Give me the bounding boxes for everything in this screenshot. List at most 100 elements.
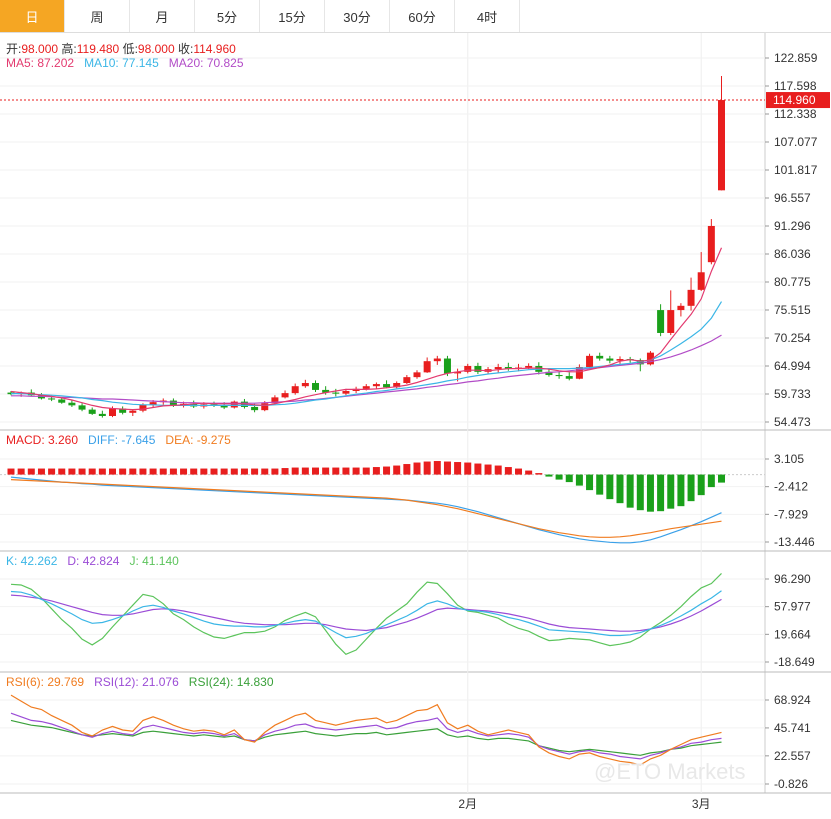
kdj-tick-label-1: 57.977 xyxy=(774,600,811,614)
watermark: @ETO Markets xyxy=(594,759,746,784)
price-tick-label-2: 112.338 xyxy=(774,107,817,121)
high-label: 高: xyxy=(61,42,77,56)
macd-bar-62 xyxy=(636,474,644,511)
candle-body-65 xyxy=(667,310,675,333)
macd-bar-19 xyxy=(200,468,208,475)
candle-body-55 xyxy=(565,376,573,379)
macd-bar-18 xyxy=(190,468,198,475)
month-label-0: 2月 xyxy=(458,797,477,811)
candle-body-9 xyxy=(98,413,106,417)
rsi6-line xyxy=(10,694,722,766)
price-tick-label-1: 117.598 xyxy=(774,79,817,93)
d-line xyxy=(10,594,722,632)
candle-body-68 xyxy=(697,272,705,290)
candle-body-30 xyxy=(312,383,319,390)
candle-body-4 xyxy=(48,398,56,400)
rsi-info: RSI(6): 29.769 RSI(12): 21.076 RSI(24): … xyxy=(6,675,274,689)
macd-bar-48 xyxy=(494,465,502,475)
candle-body-64 xyxy=(657,310,665,333)
ma10-label: MA10: 77.145 xyxy=(84,56,159,70)
candle-body-16 xyxy=(169,400,177,406)
price-tick-label-0: 122.859 xyxy=(774,51,818,65)
macd-bar-40 xyxy=(413,462,421,475)
macd-bar-41 xyxy=(423,461,431,475)
macd-bar-36 xyxy=(372,467,380,475)
macd-bar-6 xyxy=(68,468,76,475)
k-label: K: 42.262 xyxy=(6,554,58,568)
macd-bar-26 xyxy=(271,468,279,475)
price-tick-label-10: 70.254 xyxy=(774,331,811,345)
macd-bar-65 xyxy=(667,474,675,509)
macd-bar-66 xyxy=(677,474,685,507)
candle-body-27 xyxy=(281,393,289,398)
high-value: 119.480 xyxy=(76,42,120,56)
j-line xyxy=(10,572,722,656)
kdj-info: K: 42.262 D: 42.824 J: 41.140 xyxy=(6,554,179,568)
candle-body-42 xyxy=(433,358,441,362)
macd-bar-28 xyxy=(291,467,299,475)
candle-body-35 xyxy=(362,386,370,389)
candle-body-22 xyxy=(230,401,238,408)
macd-bar-24 xyxy=(251,468,259,475)
macd-bar-67 xyxy=(687,474,695,502)
candle-body-32 xyxy=(332,392,340,394)
macd-bar-60 xyxy=(616,474,624,504)
macd-bar-44 xyxy=(454,462,462,475)
ma5-label: MA5: 87.202 xyxy=(6,56,75,70)
macd-tick-label-3: -13.446 xyxy=(774,535,815,549)
month-label-1: 3月 xyxy=(692,797,711,811)
candle-body-70 xyxy=(718,100,725,191)
candle-body-8 xyxy=(88,409,96,414)
macd-bar-32 xyxy=(332,467,340,475)
macd-bar-12 xyxy=(129,468,137,475)
candle-body-58 xyxy=(596,355,604,359)
macd-bar-13 xyxy=(139,468,147,475)
macd-bar-52 xyxy=(535,473,543,475)
macd-bar-20 xyxy=(210,468,218,475)
candle-body-69 xyxy=(707,225,715,263)
macd-info: MACD: 3.260 DIFF: -7.645 DEA: -9.275 xyxy=(6,433,231,447)
candle-body-7 xyxy=(78,405,86,410)
macd-tick-label-1: -2.412 xyxy=(774,480,808,494)
macd-bar-5 xyxy=(58,468,66,475)
candle-body-28 xyxy=(291,386,299,394)
macd-bar-11 xyxy=(119,468,127,475)
macd-bar-4 xyxy=(48,468,56,475)
macd-bar-61 xyxy=(626,474,634,508)
chart-area: 2月 3月 122.859 117.598 112.338 107.077 101.817 9… xyxy=(0,33,831,811)
macd-bar-33 xyxy=(342,467,350,475)
candle-body-6 xyxy=(68,402,76,406)
macd-bar-69 xyxy=(707,474,715,488)
macd-bar-64 xyxy=(657,474,665,512)
macd-bar-25 xyxy=(261,468,269,475)
candle-body-57 xyxy=(586,355,594,368)
macd-bar-45 xyxy=(464,462,472,475)
open-label: 开: xyxy=(6,42,22,56)
macd-bar-70 xyxy=(718,474,725,483)
macd-bar-0 xyxy=(7,468,15,475)
macd-bar-23 xyxy=(240,468,248,475)
price-tick-label-13: 54.473 xyxy=(774,415,811,429)
kdj-tick-label-3: -18.649 xyxy=(774,655,815,669)
price-tag: 114.960 xyxy=(773,93,816,107)
rsi6-label: RSI(6): 29.769 xyxy=(6,675,85,689)
price-tick-label-11: 64.994 xyxy=(774,359,811,373)
macd-bar-22 xyxy=(230,468,238,475)
macd-bar-54 xyxy=(555,474,563,480)
candle-body-41 xyxy=(423,361,431,373)
price-tick-label-4: 101.817 xyxy=(774,163,818,177)
rsi-tick-label-0: 68.924 xyxy=(774,693,811,707)
price-tick-label-3: 107.077 xyxy=(774,135,818,149)
candle-body-12 xyxy=(129,410,137,413)
rsi-tick-label-2: 22.557 xyxy=(774,749,811,763)
candle-body-43 xyxy=(443,358,451,374)
macd-bar-53 xyxy=(545,474,553,477)
macd-bar-47 xyxy=(484,464,492,475)
candle-body-67 xyxy=(687,289,695,306)
dea-label: DEA: -9.275 xyxy=(165,433,231,447)
rsi-tick-label-1: 45.741 xyxy=(774,721,811,735)
macd-bar-59 xyxy=(606,474,614,500)
macd-bar-1 xyxy=(17,468,25,475)
macd-bar-58 xyxy=(596,474,604,495)
diff-label: DIFF: -7.645 xyxy=(88,433,156,447)
